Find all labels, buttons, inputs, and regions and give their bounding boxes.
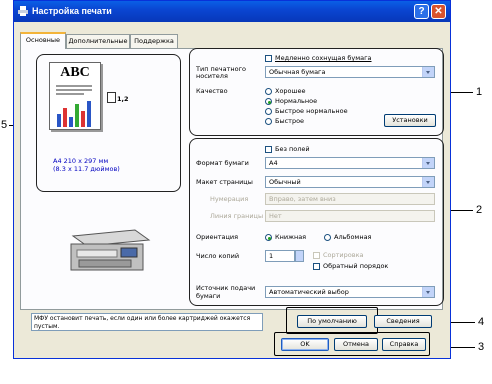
- quality-fast-radio[interactable]: [265, 118, 272, 125]
- status-message-box: МФУ остановит печать, если один или боле…: [31, 313, 263, 331]
- paper-source-label-1: Источник подачи: [196, 284, 256, 292]
- quality-fast-label: Быстрое: [275, 117, 305, 125]
- preview-text-line: [56, 93, 84, 95]
- preview-text-line: [56, 85, 92, 87]
- slow-drying-checkbox[interactable]: [265, 55, 272, 62]
- quality-label: Качество: [196, 87, 228, 95]
- tab-support[interactable]: Поддержка: [130, 34, 178, 48]
- page-layout-select[interactable]: Обычный: [265, 176, 435, 188]
- copies-input[interactable]: 1: [265, 250, 295, 262]
- quality-fast-normal-label: Быстрое нормальное: [275, 107, 348, 115]
- paper-size-mm: A4 210 x 297 мм: [53, 157, 109, 165]
- border-line-select: Нет: [265, 210, 435, 222]
- portrait-radio[interactable]: [265, 234, 272, 241]
- page-layout-value: Обычный: [269, 178, 301, 186]
- quality-normal-label: Нормальное: [275, 97, 318, 105]
- paper-source-value: Автоматический выбор: [269, 288, 349, 296]
- paper-size-inches: (8.3 x 11.7 дюймов): [53, 165, 120, 173]
- close-icon: ✕: [434, 6, 443, 17]
- reverse-order-checkbox[interactable]: [313, 263, 320, 270]
- media-settings-button[interactable]: Установки: [384, 114, 436, 127]
- default-button[interactable]: По умолчанию: [297, 315, 367, 328]
- copies-page-icon: [107, 92, 116, 103]
- collate-label: Сортировка: [323, 251, 364, 259]
- media-type-value: Обычная бумага: [269, 68, 326, 76]
- chevron-down-icon[interactable]: [422, 177, 434, 187]
- ok-button[interactable]: OK: [281, 338, 329, 351]
- chevron-down-icon[interactable]: [422, 67, 434, 77]
- landscape-radio[interactable]: [324, 234, 331, 241]
- media-type-label-2: носителя: [196, 72, 228, 80]
- callout-1: 1: [476, 86, 483, 98]
- portrait-label: Книжная: [275, 233, 307, 241]
- question-icon: ?: [418, 6, 425, 17]
- printer-icon: [18, 6, 28, 16]
- border-line-label: Линия границы: [210, 212, 264, 220]
- paper-source-label-2: бумаги: [196, 292, 221, 300]
- basic-tab-panel: ABC 1,2 A4 210 x 297 мм (8.3 x 11.7 дюйм…: [20, 48, 444, 310]
- title-bar: Настройка печати ? ✕: [14, 1, 450, 22]
- copies-label: Число копий: [196, 252, 240, 260]
- page-order-select: Вправо, затем вниз: [265, 193, 435, 205]
- paper-size-select[interactable]: A4: [265, 157, 435, 169]
- callout-3: 3: [478, 341, 485, 353]
- quality-normal-radio[interactable]: [265, 98, 272, 105]
- tab-advanced[interactable]: Дополнительные: [66, 34, 130, 48]
- quality-fast-normal-radio[interactable]: [265, 108, 272, 115]
- page-order-label: Нумерация: [210, 195, 249, 203]
- quality-fine-label: Хорошее: [275, 87, 306, 95]
- help-button[interactable]: Справка: [382, 338, 426, 351]
- landscape-label: Альбомная: [334, 233, 372, 241]
- chevron-down-icon[interactable]: [422, 287, 434, 297]
- paper-size-value: A4: [269, 159, 278, 167]
- preview-heading: ABC: [60, 65, 90, 80]
- paper-source-select[interactable]: Автоматический выбор: [265, 286, 435, 298]
- callout-5: 5: [1, 119, 8, 131]
- borderless-label: Без полей: [275, 145, 310, 153]
- printer-illustration: [70, 229, 151, 271]
- collate-checkbox: [313, 252, 320, 259]
- chevron-down-icon[interactable]: [422, 158, 434, 168]
- window-title: Настройка печати: [32, 6, 112, 16]
- about-button[interactable]: Сведения: [374, 315, 432, 328]
- page-layout-label: Макет страницы: [196, 178, 253, 186]
- page-preview: ABC: [49, 62, 101, 130]
- copies-indicator: 1,2: [117, 95, 129, 103]
- close-button[interactable]: ✕: [431, 4, 446, 19]
- preview-chart-icon: [57, 101, 91, 127]
- orientation-label: Ориентация: [196, 233, 239, 241]
- page-order-value: Вправо, затем вниз: [269, 195, 336, 203]
- borderless-checkbox[interactable]: [265, 146, 272, 153]
- tab-basic[interactable]: Основные: [20, 32, 66, 49]
- paper-size-label: Формат бумаги: [196, 159, 249, 167]
- reverse-order-label: Обратный порядок: [323, 262, 389, 270]
- status-message: МФУ остановит печать, если один или боле…: [34, 315, 251, 330]
- slow-drying-label: Медленно сохнущая бумага: [275, 54, 372, 62]
- border-line-value: Нет: [269, 212, 282, 220]
- help-title-button[interactable]: ?: [414, 4, 429, 19]
- media-type-select[interactable]: Обычная бумага: [265, 66, 435, 78]
- callout-4: 4: [478, 316, 485, 328]
- quality-fine-radio[interactable]: [265, 88, 272, 95]
- callout-2: 2: [476, 204, 483, 216]
- copies-spinner[interactable]: [295, 250, 304, 262]
- cancel-button[interactable]: Отмена: [334, 338, 378, 351]
- print-settings-dialog: Настройка печати ? ✕ Основные Дополнител…: [13, 0, 451, 359]
- preview-text-line: [56, 89, 92, 91]
